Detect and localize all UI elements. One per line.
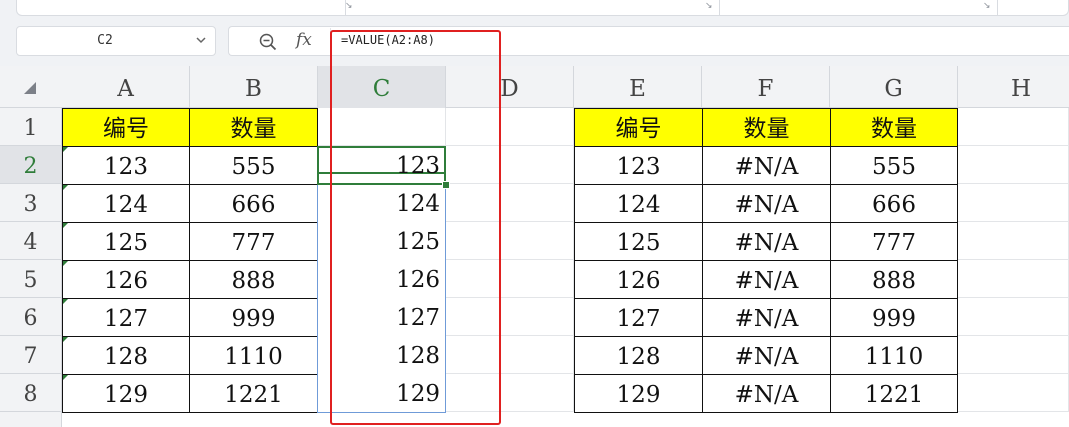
cell-g2[interactable]: 555 [830,146,958,185]
cell-f8[interactable]: #N/A [702,374,831,413]
row-header-1[interactable]: 1 [0,108,61,146]
cell-a1[interactable]: 编号 [62,108,190,147]
cell-b7[interactable]: 1110 [189,336,318,375]
row-header-6[interactable]: 6 [0,298,61,336]
cell-h7[interactable] [958,336,1069,374]
row-header-3[interactable]: 3 [0,184,61,222]
cell-g7[interactable]: 1110 [830,336,958,375]
cell-g3[interactable]: 666 [830,184,958,223]
cell-e8[interactable]: 129 [574,374,703,413]
column-header-a[interactable]: A [62,66,190,108]
row-header-8[interactable]: 8 [0,374,61,412]
cell-a6[interactable]: 127 [62,298,190,337]
name-box[interactable]: C2 [16,26,216,56]
cell-a3[interactable]: 124 [62,184,190,223]
cell-g1[interactable]: 数量 [830,108,958,147]
cell-f4[interactable]: #N/A [702,222,831,261]
column-header-b[interactable]: B [190,66,318,108]
cell-g8[interactable]: 1221 [830,374,958,413]
cell-f2[interactable]: #N/A [702,146,831,185]
cell-h6[interactable] [958,298,1069,336]
cell-h4[interactable] [958,222,1069,260]
cell-a7[interactable]: 128 [62,336,190,375]
cell-a4[interactable]: 125 [62,222,190,261]
select-all-corner[interactable] [0,66,62,108]
cell-b3[interactable]: 666 [189,184,318,223]
ribbon-panel: ↘ ↘ ↘ [16,0,1069,16]
cell-e7[interactable]: 128 [574,336,703,375]
cell-e4[interactable]: 125 [574,222,703,261]
cell-h2[interactable] [958,146,1069,184]
cell-b4[interactable]: 777 [189,222,318,261]
cell-b5[interactable]: 888 [189,260,318,299]
cell-f1[interactable]: 数量 [702,108,831,147]
ribbon-group-divider [719,0,720,16]
cell-b2[interactable]: 555 [189,146,318,185]
cell-e2[interactable]: 123 [574,146,703,185]
insert-function-icon[interactable]: fx [296,30,312,50]
cell-h3[interactable] [958,184,1069,222]
cell-g4[interactable]: 777 [830,222,958,261]
cell-f5[interactable]: #N/A [702,260,831,299]
cell-e1[interactable]: 编号 [574,108,703,147]
cell-e6[interactable]: 127 [574,298,703,337]
cell-h8[interactable] [958,374,1069,412]
dialog-launcher-icon[interactable]: ↘ [345,1,355,11]
cell-e3[interactable]: 124 [574,184,703,223]
column-header-h[interactable]: H [958,66,1069,108]
cell-b8[interactable]: 1221 [189,374,318,413]
select-all-icon [24,82,36,94]
row-header-5[interactable]: 5 [0,260,61,298]
cell-f6[interactable]: #N/A [702,298,831,337]
cell-f3[interactable]: #N/A [702,184,831,223]
column-header-e[interactable]: E [574,66,702,108]
cell-h1[interactable] [958,108,1069,146]
column-header-g[interactable]: G [830,66,958,108]
cell-g5[interactable]: 888 [830,260,958,299]
ribbon-strip: ↘ ↘ ↘ [0,0,1069,22]
dialog-launcher-icon[interactable]: ↘ [705,1,715,11]
name-box-value: C2 [97,33,113,48]
row-headers: 1 2 3 4 5 6 7 8 [0,108,62,427]
cell-h5[interactable] [958,260,1069,298]
highlight-annotation-box [330,30,501,425]
zoom-out-icon[interactable] [258,32,278,52]
column-header-f[interactable]: F [702,66,830,108]
cell-f7[interactable]: #N/A [702,336,831,375]
cell-e5[interactable]: 126 [574,260,703,299]
column-headers: A B C D E F G H [0,66,1069,108]
cell-b1[interactable]: 数量 [189,108,318,147]
row-header-2[interactable]: 2 [0,146,61,184]
cell-a2[interactable]: 123 [62,146,190,185]
cell-b6[interactable]: 999 [189,298,318,337]
cell-a5[interactable]: 126 [62,260,190,299]
cell-g6[interactable]: 999 [830,298,958,337]
dialog-launcher-icon[interactable]: ↘ [983,1,993,11]
chevron-down-icon[interactable] [193,32,209,48]
row-header-7[interactable]: 7 [0,336,61,374]
spreadsheet-grid[interactable]: A B C D E F G H 1 2 3 4 5 6 7 8 编号 数量 12… [0,66,1069,427]
row-header-4[interactable]: 4 [0,222,61,260]
ribbon-group-divider [997,0,998,16]
cell-a8[interactable]: 129 [62,374,190,413]
